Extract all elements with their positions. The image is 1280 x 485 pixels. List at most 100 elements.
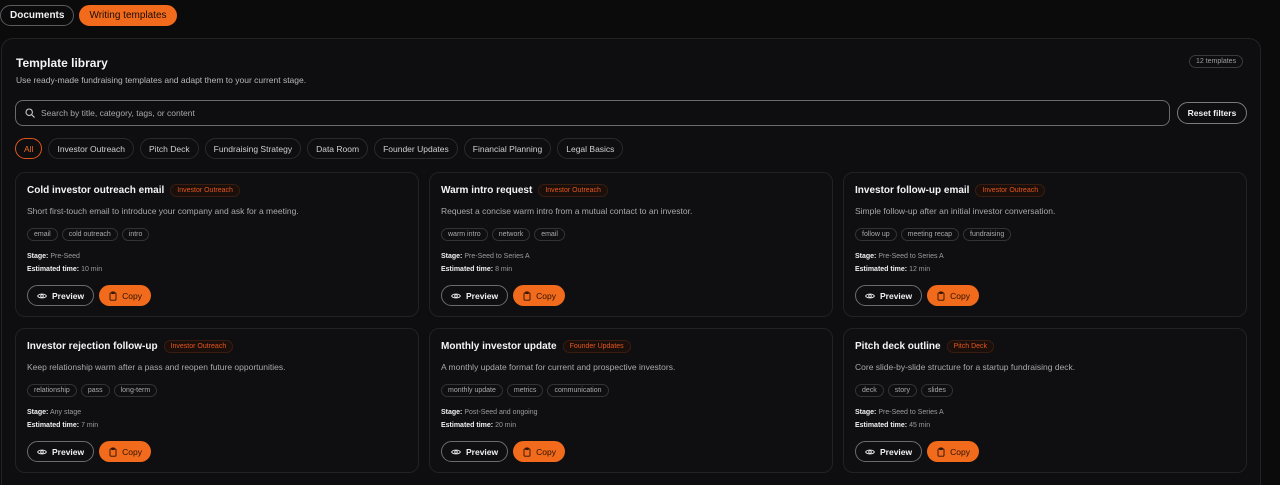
card-description: Request a concise warm intro from a mutu… <box>441 206 693 216</box>
preview-label: Preview <box>880 290 913 301</box>
card-header: Investor follow-up email Investor Outrea… <box>855 184 1046 197</box>
card-time: Estimated time: 45 min <box>855 422 930 429</box>
clipboard-icon <box>523 446 531 457</box>
card-title: Cold investor outreach email <box>27 185 165 196</box>
card-stage: Stage: Any stage <box>27 409 81 416</box>
templates-count-badge: 12 templates <box>1189 55 1244 68</box>
card-description: A monthly update format for current and … <box>441 362 676 372</box>
eye-icon <box>37 293 47 298</box>
filter-chip-all[interactable]: All <box>15 138 43 159</box>
card-actions: Preview Copy <box>27 285 151 306</box>
card-stage: Stage: Pre-Seed to Series A <box>441 253 530 260</box>
search-box[interactable] <box>15 100 1170 126</box>
card-actions: Preview Copy <box>855 285 979 306</box>
time-value: 12 min <box>909 266 931 273</box>
stage-label: Stage: <box>441 409 463 416</box>
card-stage: Stage: Pre-Seed to Series A <box>855 253 944 260</box>
time-label: Estimated time: <box>855 266 908 273</box>
card-actions: Preview Copy <box>27 441 151 462</box>
filter-chip-investor-outreach[interactable]: Investor Outreach <box>48 138 135 159</box>
tag: monthly update <box>441 384 503 397</box>
card-tags: email cold outreach intro <box>27 228 150 241</box>
preview-button[interactable]: Preview <box>27 285 95 306</box>
tag: meeting recap <box>900 228 959 241</box>
copy-button[interactable]: Copy <box>927 285 979 306</box>
preview-label: Preview <box>466 446 499 457</box>
card-time: Estimated time: 8 min <box>441 266 512 273</box>
stage-value: Pre-Seed <box>50 253 80 260</box>
copy-label: Copy <box>122 290 142 301</box>
template-card: Pitch deck outline Pitch Deck Core slide… <box>843 328 1247 473</box>
time-label: Estimated time: <box>27 266 80 273</box>
card-time: Estimated time: 7 min <box>27 422 98 429</box>
filter-chip-financial-planning[interactable]: Financial Planning <box>463 138 552 159</box>
preview-button[interactable]: Preview <box>27 441 95 462</box>
time-label: Estimated time: <box>441 266 494 273</box>
template-library-panel: Template library Use ready-made fundrais… <box>1 38 1261 485</box>
time-value: 45 min <box>909 422 931 429</box>
card-title: Monthly investor update <box>441 341 557 352</box>
stage-value: Any stage <box>49 409 82 416</box>
eye-icon <box>865 449 875 454</box>
tag: pass <box>80 384 110 397</box>
preview-button[interactable]: Preview <box>441 285 509 306</box>
eye-icon <box>37 449 47 454</box>
time-value: 7 min <box>81 422 99 429</box>
stage-value: Pre-Seed to Series A <box>878 409 944 416</box>
eye-icon <box>451 293 461 298</box>
search-icon <box>25 108 35 118</box>
card-actions: Preview Copy <box>441 441 565 462</box>
card-time: Estimated time: 12 min <box>855 266 930 273</box>
clipboard-icon <box>109 446 117 457</box>
clipboard-icon <box>937 290 945 301</box>
clipboard-icon <box>523 290 531 301</box>
filter-chip-data-room[interactable]: Data Room <box>307 138 369 159</box>
tag: intro <box>121 228 150 241</box>
preview-button[interactable]: Preview <box>855 285 923 306</box>
copy-button[interactable]: Copy <box>513 441 565 462</box>
card-title: Investor follow-up email <box>855 185 970 196</box>
filter-chip-fundraising-strategy[interactable]: Fundraising Strategy <box>204 138 302 159</box>
card-description: Simple follow-up after an initial invest… <box>855 206 1056 216</box>
copy-button[interactable]: Copy <box>927 441 979 462</box>
card-actions: Preview Copy <box>855 441 979 462</box>
card-title: Investor rejection follow-up <box>27 341 158 352</box>
eye-icon <box>451 449 461 454</box>
category-badge: Founder Updates <box>562 340 631 353</box>
tag: follow up <box>855 228 897 241</box>
copy-button[interactable]: Copy <box>99 285 151 306</box>
filter-chip-founder-updates[interactable]: Founder Updates <box>374 138 458 159</box>
copy-label: Copy <box>536 446 556 457</box>
filter-chip-pitch-deck[interactable]: Pitch Deck <box>140 138 199 159</box>
tag: warm intro <box>441 228 488 241</box>
clipboard-icon <box>937 446 945 457</box>
tab-documents[interactable]: Documents <box>0 5 75 26</box>
preview-label: Preview <box>880 446 913 457</box>
category-badge: Pitch Deck <box>946 340 995 353</box>
top-tabs: Documents Writing templates <box>0 5 177 26</box>
card-stage: Stage: Pre-Seed to Series A <box>855 409 944 416</box>
preview-button[interactable]: Preview <box>441 441 509 462</box>
tag: long-term <box>113 384 158 397</box>
stage-label: Stage: <box>27 253 49 260</box>
preview-label: Preview <box>52 446 85 457</box>
time-value: 10 min <box>81 266 103 273</box>
template-card: Cold investor outreach email Investor Ou… <box>15 172 419 317</box>
card-time: Estimated time: 20 min <box>441 422 516 429</box>
template-card: Investor rejection follow-up Investor Ou… <box>15 328 419 473</box>
template-card: Monthly investor update Founder Updates … <box>429 328 833 473</box>
time-value: 20 min <box>495 422 517 429</box>
copy-button[interactable]: Copy <box>513 285 565 306</box>
preview-label: Preview <box>52 290 85 301</box>
clipboard-icon <box>109 290 117 301</box>
tab-writing-templates[interactable]: Writing templates <box>79 5 177 26</box>
filter-chip-legal-basics[interactable]: Legal Basics <box>557 138 624 159</box>
copy-button[interactable]: Copy <box>99 441 151 462</box>
preview-button[interactable]: Preview <box>855 441 923 462</box>
reset-filters-button[interactable]: Reset filters <box>1177 102 1247 124</box>
search-input[interactable] <box>41 108 1041 118</box>
copy-label: Copy <box>536 290 556 301</box>
card-tags: monthly update metrics communication <box>441 384 609 397</box>
card-actions: Preview Copy <box>441 285 565 306</box>
preview-label: Preview <box>466 290 499 301</box>
